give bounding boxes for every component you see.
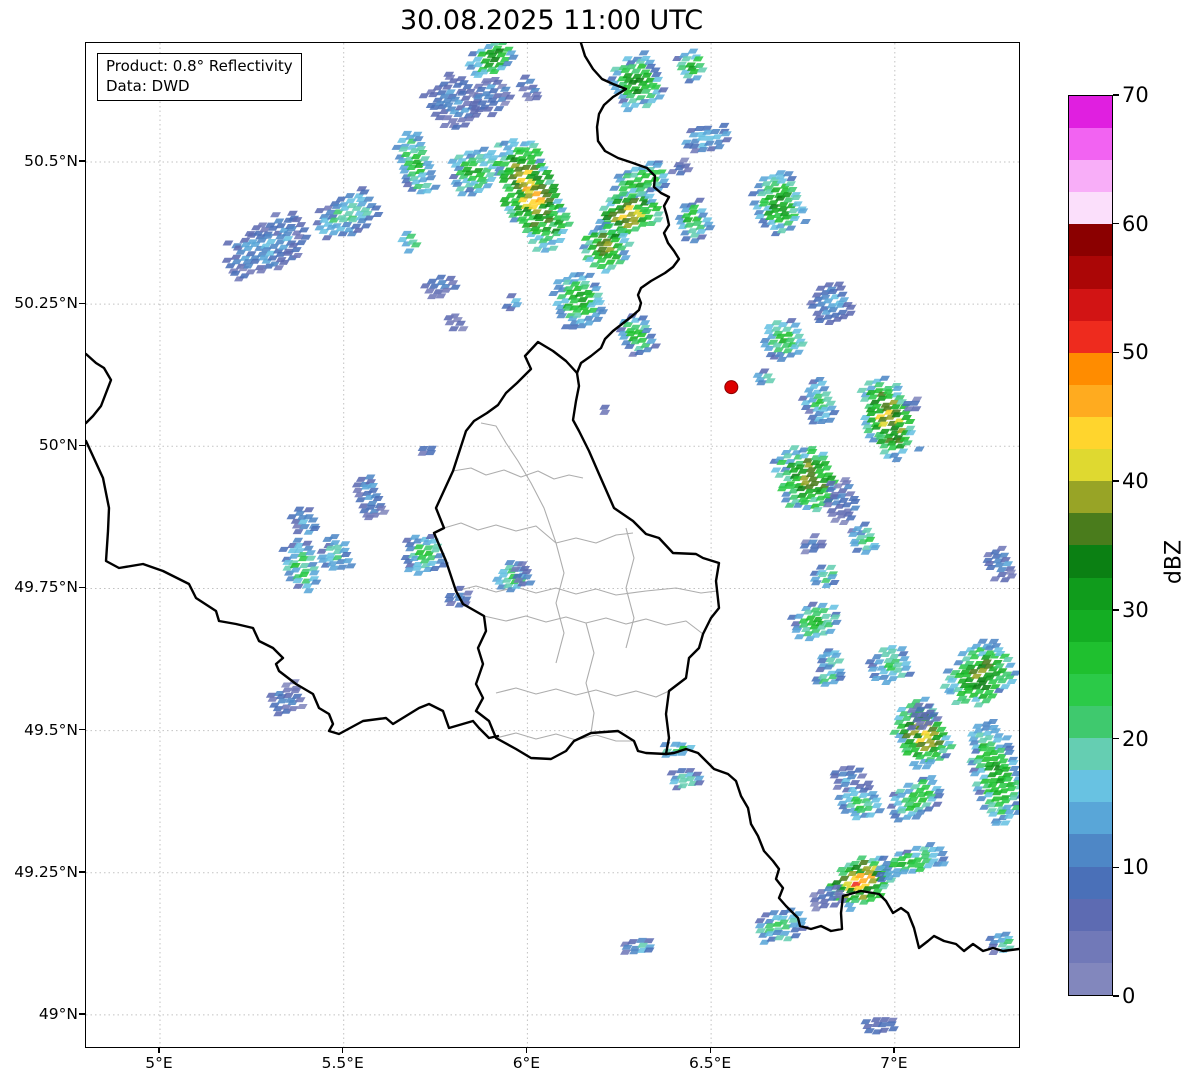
y-tick-label: 49.5°N xyxy=(24,720,78,739)
colorbar-tick-mark xyxy=(1113,480,1119,482)
x-tick-label: 5°E xyxy=(145,1054,173,1072)
x-tick-mark xyxy=(893,1047,895,1053)
colorbar-segment xyxy=(1069,160,1112,193)
admin-border-path xyxy=(452,467,584,480)
colorbar-segment xyxy=(1069,706,1112,739)
country-border-path xyxy=(432,340,721,761)
colorbar-tick-mark xyxy=(1113,995,1119,997)
colorbar-tick-label: 50 xyxy=(1122,340,1149,365)
colorbar-segment xyxy=(1069,288,1112,321)
y-tick-label: 50°N xyxy=(38,436,78,455)
x-tick-label: 6°E xyxy=(512,1054,541,1072)
colorbar-tick-label: 70 xyxy=(1122,83,1149,107)
colorbar-segment xyxy=(1069,545,1112,578)
colorbar-axis-label: dBZ xyxy=(1161,539,1187,585)
echo-layer xyxy=(221,43,1019,1035)
admin-border-path xyxy=(495,732,634,742)
colorbar-segment xyxy=(1069,481,1112,514)
colorbar-tick-mark xyxy=(1113,223,1119,225)
x-tick-label: 6.5°E xyxy=(689,1054,732,1072)
data-source-line: Data: DWD xyxy=(106,76,190,95)
admin-border-path xyxy=(495,687,670,698)
colorbar-tick-label: 20 xyxy=(1122,726,1149,751)
colorbar-tick-mark xyxy=(1113,351,1119,354)
x-tick-label: 5.5°E xyxy=(321,1054,364,1072)
colorbar xyxy=(1068,95,1113,996)
colorbar-segment xyxy=(1069,962,1112,995)
colorbar-segment xyxy=(1069,770,1112,803)
country-border-path xyxy=(86,352,113,425)
colorbar-segment xyxy=(1069,609,1112,642)
y-tick-label: 50.5°N xyxy=(24,151,78,170)
colorbar-segment xyxy=(1069,352,1112,385)
y-tick-label: 50.25°N xyxy=(14,294,78,313)
colorbar-segment xyxy=(1069,802,1112,835)
colorbar-tick-mark xyxy=(1113,737,1119,740)
x-tick-label: 7°E xyxy=(880,1054,908,1072)
colorbar-tick-mark xyxy=(1113,866,1119,868)
colorbar-segment xyxy=(1069,738,1112,771)
colorbar-tick-mark xyxy=(1113,94,1119,96)
colorbar-tick-label: 10 xyxy=(1122,855,1149,880)
colorbar-segment xyxy=(1069,898,1112,931)
y-tick-mark xyxy=(79,444,85,447)
y-tick-mark xyxy=(79,302,85,304)
colorbar-tick-mark xyxy=(1113,609,1119,611)
colorbar-segment xyxy=(1069,417,1112,450)
x-tick-mark xyxy=(158,1047,160,1053)
y-tick-label: 49°N xyxy=(38,1004,78,1023)
colorbar-segment xyxy=(1069,128,1112,161)
admin-border-path xyxy=(443,522,634,544)
colorbar-tick-label: 60 xyxy=(1122,211,1149,236)
colorbar-tick-label: 40 xyxy=(1122,469,1149,494)
x-tick-mark xyxy=(709,1047,711,1053)
colorbar-segment xyxy=(1069,513,1112,546)
product-annotation-box: Product: 0.8° Reflectivity Data: DWD xyxy=(97,53,302,101)
y-tick-mark xyxy=(79,871,85,873)
map-panel: Product: 0.8° Reflectivity Data: DWD xyxy=(85,42,1020,1048)
colorbar-segment xyxy=(1069,384,1112,418)
colorbar-segment xyxy=(1069,192,1112,225)
colorbar-segment xyxy=(1069,834,1112,867)
y-tick-mark xyxy=(79,160,85,162)
admin-border-path xyxy=(483,615,704,635)
y-tick-label: 49.25°N xyxy=(14,862,78,881)
y-tick-label: 49.75°N xyxy=(14,578,78,597)
y-tick-mark xyxy=(79,586,85,589)
admin-border-path xyxy=(455,585,718,596)
colorbar-segment xyxy=(1069,224,1112,257)
colorbar-segment xyxy=(1069,673,1112,707)
colorbar-segment xyxy=(1069,449,1112,482)
colorbar-segment xyxy=(1069,577,1112,610)
radar-site-marker xyxy=(724,380,739,395)
admin-border-path xyxy=(480,422,557,544)
product-line: Product: 0.8° Reflectivity xyxy=(106,57,293,75)
radar-figure: 30.08.2025 11:00 UTC Product: 0.8° Refle… xyxy=(0,0,1202,1081)
colorbar-segment xyxy=(1069,930,1112,963)
y-tick-mark xyxy=(79,729,85,731)
x-tick-mark xyxy=(342,1047,344,1053)
colorbar-segment xyxy=(1069,95,1112,129)
x-tick-mark xyxy=(525,1047,528,1053)
colorbar-segment xyxy=(1069,641,1112,674)
colorbar-tick-label: 0 xyxy=(1122,984,1136,1008)
radar-map-canvas xyxy=(86,43,1019,1047)
figure-title: 30.08.2025 11:00 UTC xyxy=(399,5,704,36)
colorbar-segment xyxy=(1069,320,1112,353)
colorbar-segment xyxy=(1069,256,1112,289)
colorbar-segment xyxy=(1069,866,1112,899)
y-tick-mark xyxy=(79,1013,85,1015)
admin-border-path xyxy=(585,622,595,734)
admin-border-path xyxy=(555,542,565,664)
colorbar-tick-label: 30 xyxy=(1122,597,1149,622)
